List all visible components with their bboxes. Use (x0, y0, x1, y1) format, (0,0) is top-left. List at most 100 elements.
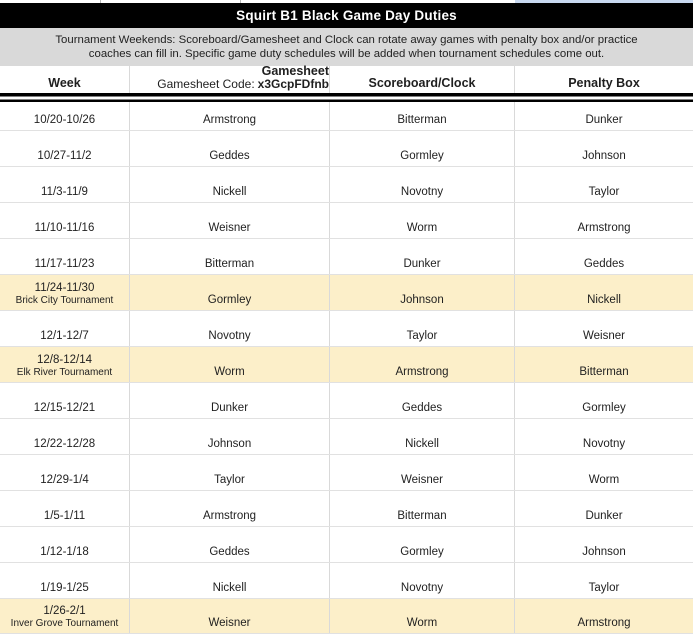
table-header-row: Week Gamesheet Gamesheet Code:x3GcpFDfnb… (0, 66, 693, 93)
penalty-box-cell[interactable]: Dunker (515, 491, 693, 526)
penalty-box-cell[interactable]: Worm (515, 455, 693, 490)
week-cell[interactable]: 12/15-12/21 (0, 383, 130, 418)
gamesheet-cell[interactable]: Worm (130, 347, 330, 382)
gamesheet-cell[interactable]: Novotny (130, 311, 330, 346)
gamesheet-cell[interactable]: Johnson (130, 419, 330, 454)
gamesheet-cell[interactable]: Nickell (130, 167, 330, 202)
week-cell[interactable]: 12/1-12/7 (0, 311, 130, 346)
scoreboard-clock-name: Nickell (405, 438, 439, 450)
title-bar-cell[interactable]: Squirt B1 Black Game Day Duties (0, 3, 693, 28)
week-cell[interactable]: 12/22-12/28 (0, 419, 130, 454)
week-date: 11/17-11/23 (35, 258, 95, 271)
gamesheet-code-value: x3GcpFDfnb (258, 77, 329, 91)
scoreboard-clock-cell[interactable]: Worm (330, 203, 515, 238)
penalty-box-cell[interactable]: Weisner (515, 311, 693, 346)
duty-schedule-spreadsheet: Squirt B1 Black Game Day Duties Tourname… (0, 0, 693, 637)
scoreboard-clock-cell[interactable]: Bitterman (330, 491, 515, 526)
scoreboard-clock-cell[interactable]: Nickell (330, 419, 515, 454)
scoreboard-clock-cell[interactable]: Johnson (330, 275, 515, 310)
gamesheet-cell[interactable]: Weisner (130, 599, 330, 633)
penalty-box-name: Johnson (582, 150, 625, 162)
header-separator-double-line (0, 93, 693, 102)
week-cell[interactable]: 11/10-11/16 (0, 203, 130, 238)
table-row: 1/12-1/18 Geddes Gormley Johnson (0, 527, 693, 563)
penalty-box-cell[interactable]: Geddes (515, 239, 693, 274)
header-penalty-box-label: Penalty Box (568, 76, 640, 90)
scoreboard-clock-name: Gormley (400, 546, 443, 558)
scoreboard-clock-cell[interactable]: Gormley (330, 131, 515, 166)
gamesheet-name: Weisner (209, 222, 251, 234)
scoreboard-clock-cell[interactable]: Novotny (330, 167, 515, 202)
scoreboard-clock-cell[interactable]: Taylor (330, 311, 515, 346)
week-cell[interactable]: 12/8-12/14 Elk River Tournament (0, 347, 130, 382)
header-week-cell[interactable]: Week (0, 66, 130, 93)
week-cell[interactable]: 12/29-1/4 (0, 455, 130, 490)
penalty-box-name: Geddes (584, 258, 624, 270)
scoreboard-clock-name: Gormley (400, 150, 443, 162)
week-date: 1/26-2/1 (43, 605, 85, 618)
scoreboard-clock-cell[interactable]: Weisner (330, 455, 515, 490)
tournament-note-cell[interactable]: Tournament Weekends: Scoreboard/Gameshee… (0, 28, 693, 66)
penalty-box-cell[interactable]: Bitterman (515, 347, 693, 382)
week-cell[interactable]: 11/24-11/30 Brick City Tournament (0, 275, 130, 310)
penalty-box-name: Gormley (582, 402, 625, 414)
table-row: 10/27-11/2 Geddes Gormley Johnson (0, 131, 693, 167)
week-cell[interactable]: 10/27-11/2 (0, 131, 130, 166)
week-cell[interactable]: 11/3-11/9 (0, 167, 130, 202)
week-cell[interactable]: 1/19-1/25 (0, 563, 130, 598)
table-row: 1/5-1/11 Armstrong Bitterman Dunker (0, 491, 693, 527)
scoreboard-clock-cell[interactable]: Gormley (330, 527, 515, 562)
penalty-box-cell[interactable]: Johnson (515, 131, 693, 166)
scoreboard-clock-cell[interactable]: Novotny (330, 563, 515, 598)
week-date: 12/22-12/28 (34, 438, 95, 451)
gamesheet-cell[interactable]: Geddes (130, 527, 330, 562)
top-row-sliver (0, 0, 693, 3)
gamesheet-cell[interactable]: Armstrong (130, 102, 330, 130)
week-cell[interactable]: 1/12-1/18 (0, 527, 130, 562)
penalty-box-cell[interactable]: Armstrong (515, 599, 693, 633)
header-scoreboard-clock-cell[interactable]: Scoreboard/Clock (330, 66, 515, 93)
week-cell[interactable]: 11/17-11/23 (0, 239, 130, 274)
gamesheet-cell[interactable]: Geddes (130, 131, 330, 166)
gamesheet-cell[interactable]: Weisner (130, 203, 330, 238)
scoreboard-clock-name: Worm (407, 617, 437, 629)
penalty-box-cell[interactable]: Novotny (515, 419, 693, 454)
header-gamesheet-cell[interactable]: Gamesheet Gamesheet Code:x3GcpFDfnb (130, 66, 330, 93)
gamesheet-cell[interactable]: Dunker (130, 383, 330, 418)
scoreboard-clock-cell[interactable]: Armstrong (330, 347, 515, 382)
penalty-box-name: Novotny (583, 438, 625, 450)
tournament-label: Inver Grove Tournament (11, 618, 119, 630)
penalty-box-cell[interactable]: Johnson (515, 527, 693, 562)
gamesheet-name: Nickell (213, 582, 247, 594)
gamesheet-cell[interactable]: Nickell (130, 563, 330, 598)
penalty-box-cell[interactable]: Dunker (515, 102, 693, 130)
scoreboard-clock-cell[interactable]: Dunker (330, 239, 515, 274)
gamesheet-cell[interactable]: Bitterman (130, 239, 330, 274)
scoreboard-clock-cell[interactable]: Geddes (330, 383, 515, 418)
penalty-box-cell[interactable]: Armstrong (515, 203, 693, 238)
header-scoreboard-clock-label: Scoreboard/Clock (369, 76, 476, 90)
scoreboard-clock-cell[interactable]: Worm (330, 599, 515, 633)
penalty-box-cell[interactable]: Taylor (515, 563, 693, 598)
penalty-box-name: Weisner (583, 330, 625, 342)
table-row: 12/29-1/4 Taylor Weisner Worm (0, 455, 693, 491)
week-date: 11/24-11/30 (35, 282, 95, 295)
gamesheet-name: Bitterman (205, 258, 254, 270)
scoreboard-clock-cell[interactable]: Bitterman (330, 102, 515, 130)
penalty-box-cell[interactable]: Gormley (515, 383, 693, 418)
week-cell[interactable]: 1/5-1/11 (0, 491, 130, 526)
penalty-box-cell[interactable]: Nickell (515, 275, 693, 310)
gamesheet-cell[interactable]: Taylor (130, 455, 330, 490)
penalty-box-name: Dunker (585, 510, 622, 522)
header-penalty-box-cell[interactable]: Penalty Box (515, 66, 693, 93)
gamesheet-name: Taylor (214, 474, 245, 486)
scoreboard-clock-name: Bitterman (397, 114, 446, 126)
penalty-box-name: Armstrong (577, 617, 630, 629)
week-cell[interactable]: 10/20-10/26 (0, 102, 130, 130)
gamesheet-cell[interactable]: Armstrong (130, 491, 330, 526)
penalty-box-cell[interactable]: Taylor (515, 167, 693, 202)
week-cell[interactable]: 1/26-2/1 Inver Grove Tournament (0, 599, 130, 633)
week-date: 12/15-12/21 (34, 402, 95, 415)
gamesheet-name: Johnson (208, 438, 251, 450)
gamesheet-cell[interactable]: Gormley (130, 275, 330, 310)
